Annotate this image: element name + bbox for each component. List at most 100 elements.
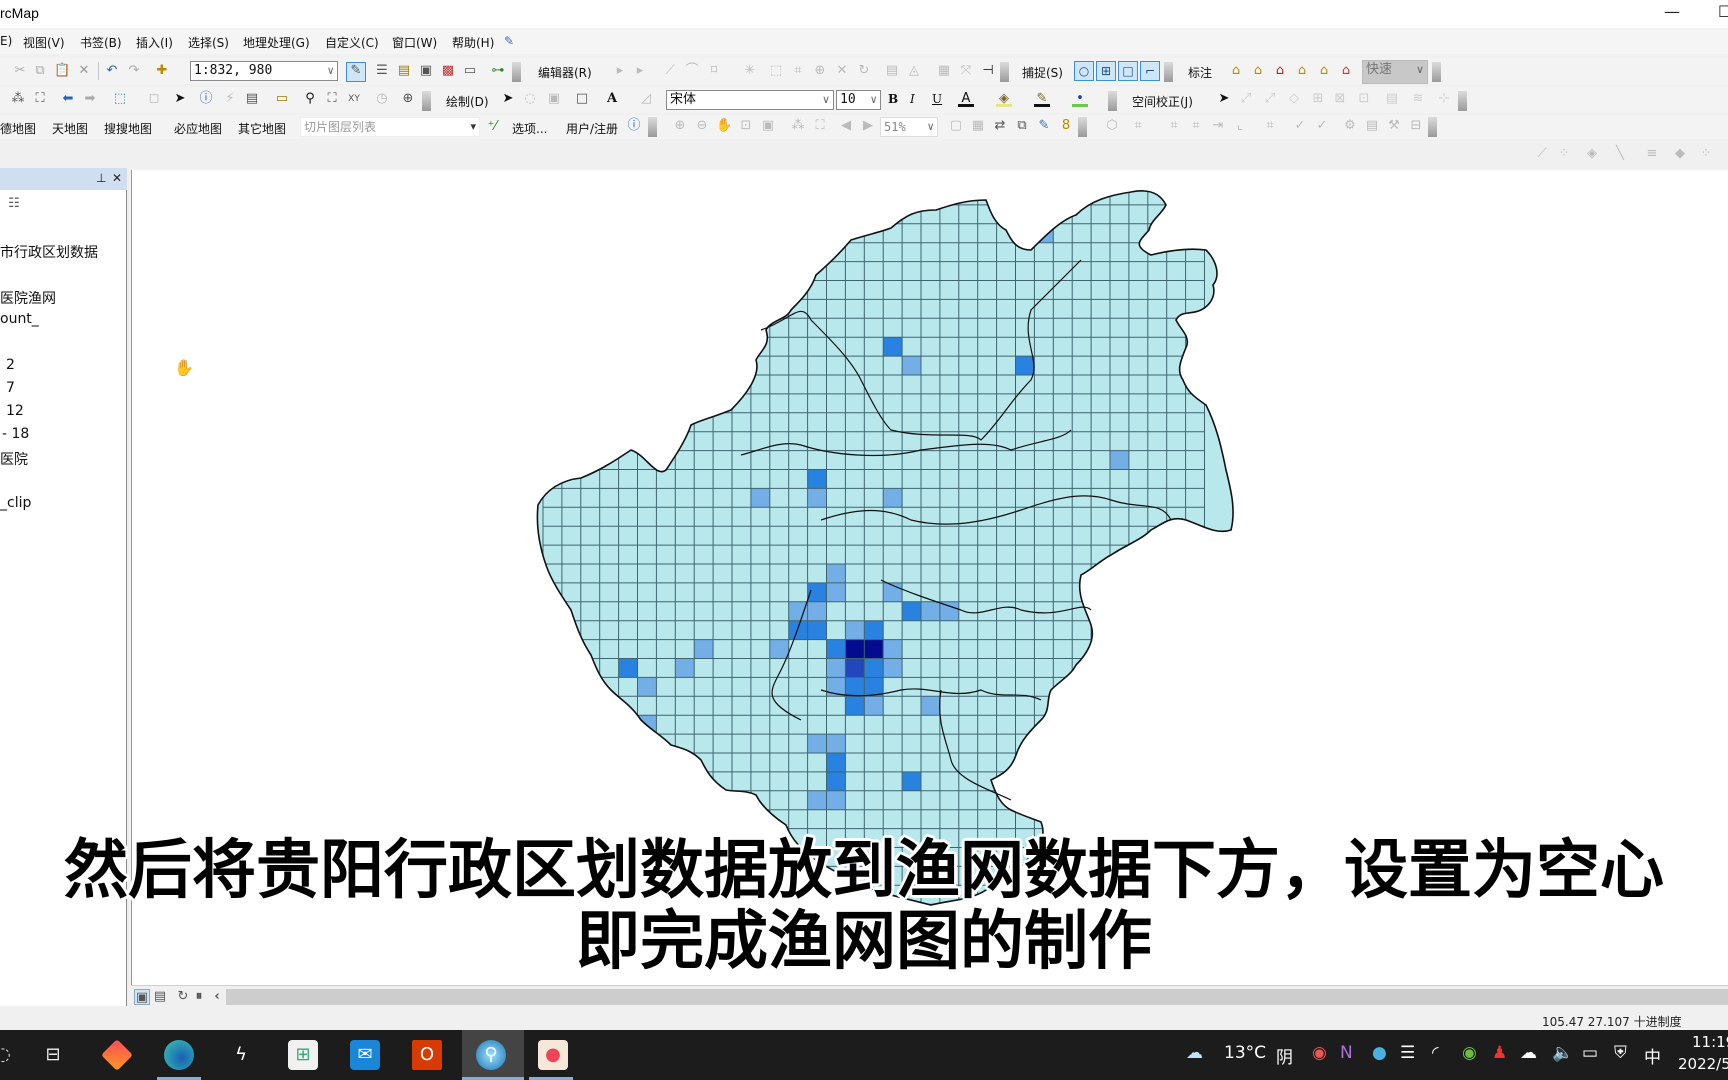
microsoft-store-icon[interactable]: ⊞ [288, 1040, 318, 1070]
sketch-properties-icon[interactable]: ◬ [906, 63, 922, 79]
italic-button[interactable]: I [910, 92, 915, 106]
bold-button[interactable]: B [888, 92, 898, 106]
validate-extent-icon[interactable]: ✓ [1314, 118, 1330, 134]
toolbar-overflow-handle[interactable] [1432, 62, 1441, 82]
data-driven-pages-icon[interactable]: ⧉ [1014, 118, 1030, 134]
point-tool-icon[interactable]: ⁘ [1698, 146, 1714, 162]
underline-button[interactable]: U [932, 92, 942, 106]
tile-layer-list-combo[interactable]: 切片图层列表 ▾ [300, 117, 480, 137]
toolbar-overflow-handle[interactable] [1108, 91, 1117, 111]
mail-icon[interactable]: ✉ [350, 1040, 380, 1070]
topology-extent-icon[interactable]: ⊟ [1408, 118, 1424, 134]
security-shield-icon[interactable]: ⛨ [1614, 1043, 1627, 1063]
layout-zoom-in-icon[interactable]: ⊕ [672, 118, 688, 134]
horizontal-scrollbar[interactable] [226, 989, 1728, 1005]
lock-labels-icon[interactable]: ⌂ [1294, 63, 1310, 79]
rectangle-icon[interactable]: □ [574, 91, 590, 107]
vertex-snap-icon[interactable]: □ [1118, 61, 1138, 81]
catalog-icon[interactable]: ▤ [396, 63, 412, 79]
user-icon[interactable]: 8 [1058, 118, 1074, 134]
tianditu-menu[interactable]: 天地图 [52, 120, 88, 137]
table-of-contents-icon[interactable]: ☰ [374, 63, 390, 79]
editor-menu[interactable]: 编辑器(R) [538, 64, 592, 81]
onedrive-icon[interactable]: ☁ [1520, 1043, 1537, 1063]
text-icon[interactable]: A [604, 91, 620, 107]
line-weight-icon[interactable]: ≡ [1644, 146, 1660, 162]
create-viewer-window-icon[interactable]: ⊕ [400, 91, 416, 107]
menu-help[interactable]: 帮助(H) [452, 34, 494, 51]
app-diamond-icon[interactable] [101, 1039, 133, 1071]
identity-link-icon[interactable]: ⊞ [1310, 91, 1326, 107]
quick-label-combo[interactable]: 快速 ∨ [1362, 60, 1428, 84]
clock-time[interactable]: 11:19 [1692, 1033, 1728, 1051]
line-color-icon[interactable]: ✎ [1034, 91, 1050, 107]
marker-color-icon[interactable]: • [1072, 91, 1088, 107]
nvidia-icon[interactable]: ◉ [1462, 1043, 1477, 1063]
generalize-icon[interactable]: ⬡ [1104, 118, 1120, 134]
edge-snap-icon[interactable]: ⌐ [1140, 61, 1160, 81]
other-map-menu[interactable]: 其它地图 [238, 120, 286, 137]
toolbar-overflow-handle[interactable] [512, 62, 521, 82]
zoom-100-icon[interactable]: ▣ [760, 118, 776, 134]
reshape-icon[interactable]: ⌗ [790, 63, 806, 79]
fill-color-icon[interactable]: ◈ [996, 91, 1012, 107]
toolbar-overflow-handle[interactable] [648, 117, 657, 137]
label-manager-icon[interactable]: ⌂ [1228, 63, 1244, 79]
scroll-left-icon[interactable]: ‹ [209, 989, 225, 1005]
hyperlink-icon[interactable]: ⚡ [222, 91, 238, 107]
edge-browser-icon[interactable] [164, 1040, 194, 1070]
font-color-icon[interactable]: A [958, 91, 974, 107]
pause-drawing-icon[interactable]: ⏸ [191, 989, 207, 1005]
layout-pan-icon[interactable]: ✋ [716, 118, 732, 134]
arctoolbox-icon[interactable]: ▩ [440, 63, 456, 79]
battery-icon[interactable]: ▭ [1582, 1043, 1598, 1063]
topology-edit-icon[interactable]: ⌗ [1166, 118, 1182, 134]
clear-selection-icon[interactable]: ◻ [146, 91, 162, 107]
find-route-icon[interactable]: ⛶ [324, 91, 340, 107]
modify-link-icon[interactable]: ⤢ [1262, 91, 1278, 107]
align-edge-icon[interactable]: ⌗ [1130, 118, 1146, 134]
focus-data-frame-icon[interactable]: ▦ [970, 118, 986, 134]
back-icon[interactable]: ⬅ [60, 91, 76, 107]
eraser-icon[interactable]: ◆ [1672, 146, 1688, 162]
notifications-icon[interactable]: ☰ [1400, 1043, 1415, 1063]
edit-vertices-icon[interactable]: ⬚ [768, 63, 784, 79]
create-features-icon[interactable]: ▦ [936, 63, 952, 79]
toc-layer-hospital-fishnet[interactable]: 医院渔网 [0, 288, 56, 308]
weather-description[interactable]: 阴 [1276, 1043, 1293, 1068]
back-extent-icon[interactable]: ◀ [838, 118, 854, 134]
edit-tool-icon[interactable]: ▸ [612, 63, 628, 79]
menu-windows[interactable]: 窗口(W) [392, 34, 437, 51]
qq-icon[interactable]: ♟ [1492, 1043, 1507, 1063]
straight-segment-icon[interactable]: ⟋ [662, 63, 678, 79]
maximize-button[interactable]: ☐ [1718, 2, 1728, 21]
new-displacement-link-icon[interactable]: ⤢ [1238, 91, 1254, 107]
layout-zoom-out-icon[interactable]: ⊖ [694, 118, 710, 134]
toolbar-overflow-handle[interactable] [1078, 117, 1087, 137]
go-to-xy-icon[interactable]: XY [346, 91, 362, 107]
split-icon[interactable]: ✕ [834, 63, 850, 79]
point-icon[interactable]: ✳ [742, 63, 758, 79]
menu-insert[interactable]: 插入(I) [136, 34, 173, 51]
html-popup-icon[interactable]: ▤ [244, 91, 260, 107]
attributes-icon[interactable]: ▤ [884, 63, 900, 79]
dimension-icon[interactable]: ⊣ [980, 63, 996, 79]
end-point-arc-icon[interactable]: ⌒ [684, 63, 700, 79]
spatial-adjustment-menu[interactable]: 空间校正(J) [1132, 93, 1193, 110]
editor-toolbar-icon[interactable]: ✎ [346, 62, 366, 82]
options-menu[interactable]: 选项... [512, 120, 547, 137]
edit-annotation-icon[interactable]: ▸ [632, 63, 648, 79]
menu-geoprocessing[interactable]: 地理处理(G) [243, 34, 310, 51]
forward-extent-icon[interactable]: ▶ [860, 118, 876, 134]
rotate-element-icon[interactable]: ◌ [522, 91, 538, 107]
labeling-menu[interactable]: 标注 [1188, 64, 1212, 81]
menu-selection[interactable]: 选择(S) [188, 34, 229, 51]
toolbar-overflow-handle[interactable] [1428, 117, 1437, 137]
search-window-icon[interactable]: ▣ [418, 63, 434, 79]
toolbar-overflow-handle[interactable] [1164, 62, 1173, 82]
delete-icon[interactable]: ✕ [76, 63, 92, 79]
reshape-edge-icon[interactable]: ⇥ [1210, 118, 1226, 134]
limited-adjustment-icon[interactable]: ⊠ [1332, 91, 1348, 107]
end-snap-icon[interactable]: ⊞ [1096, 61, 1116, 81]
font-size-combobox[interactable]: 10 ∨ [836, 90, 881, 110]
